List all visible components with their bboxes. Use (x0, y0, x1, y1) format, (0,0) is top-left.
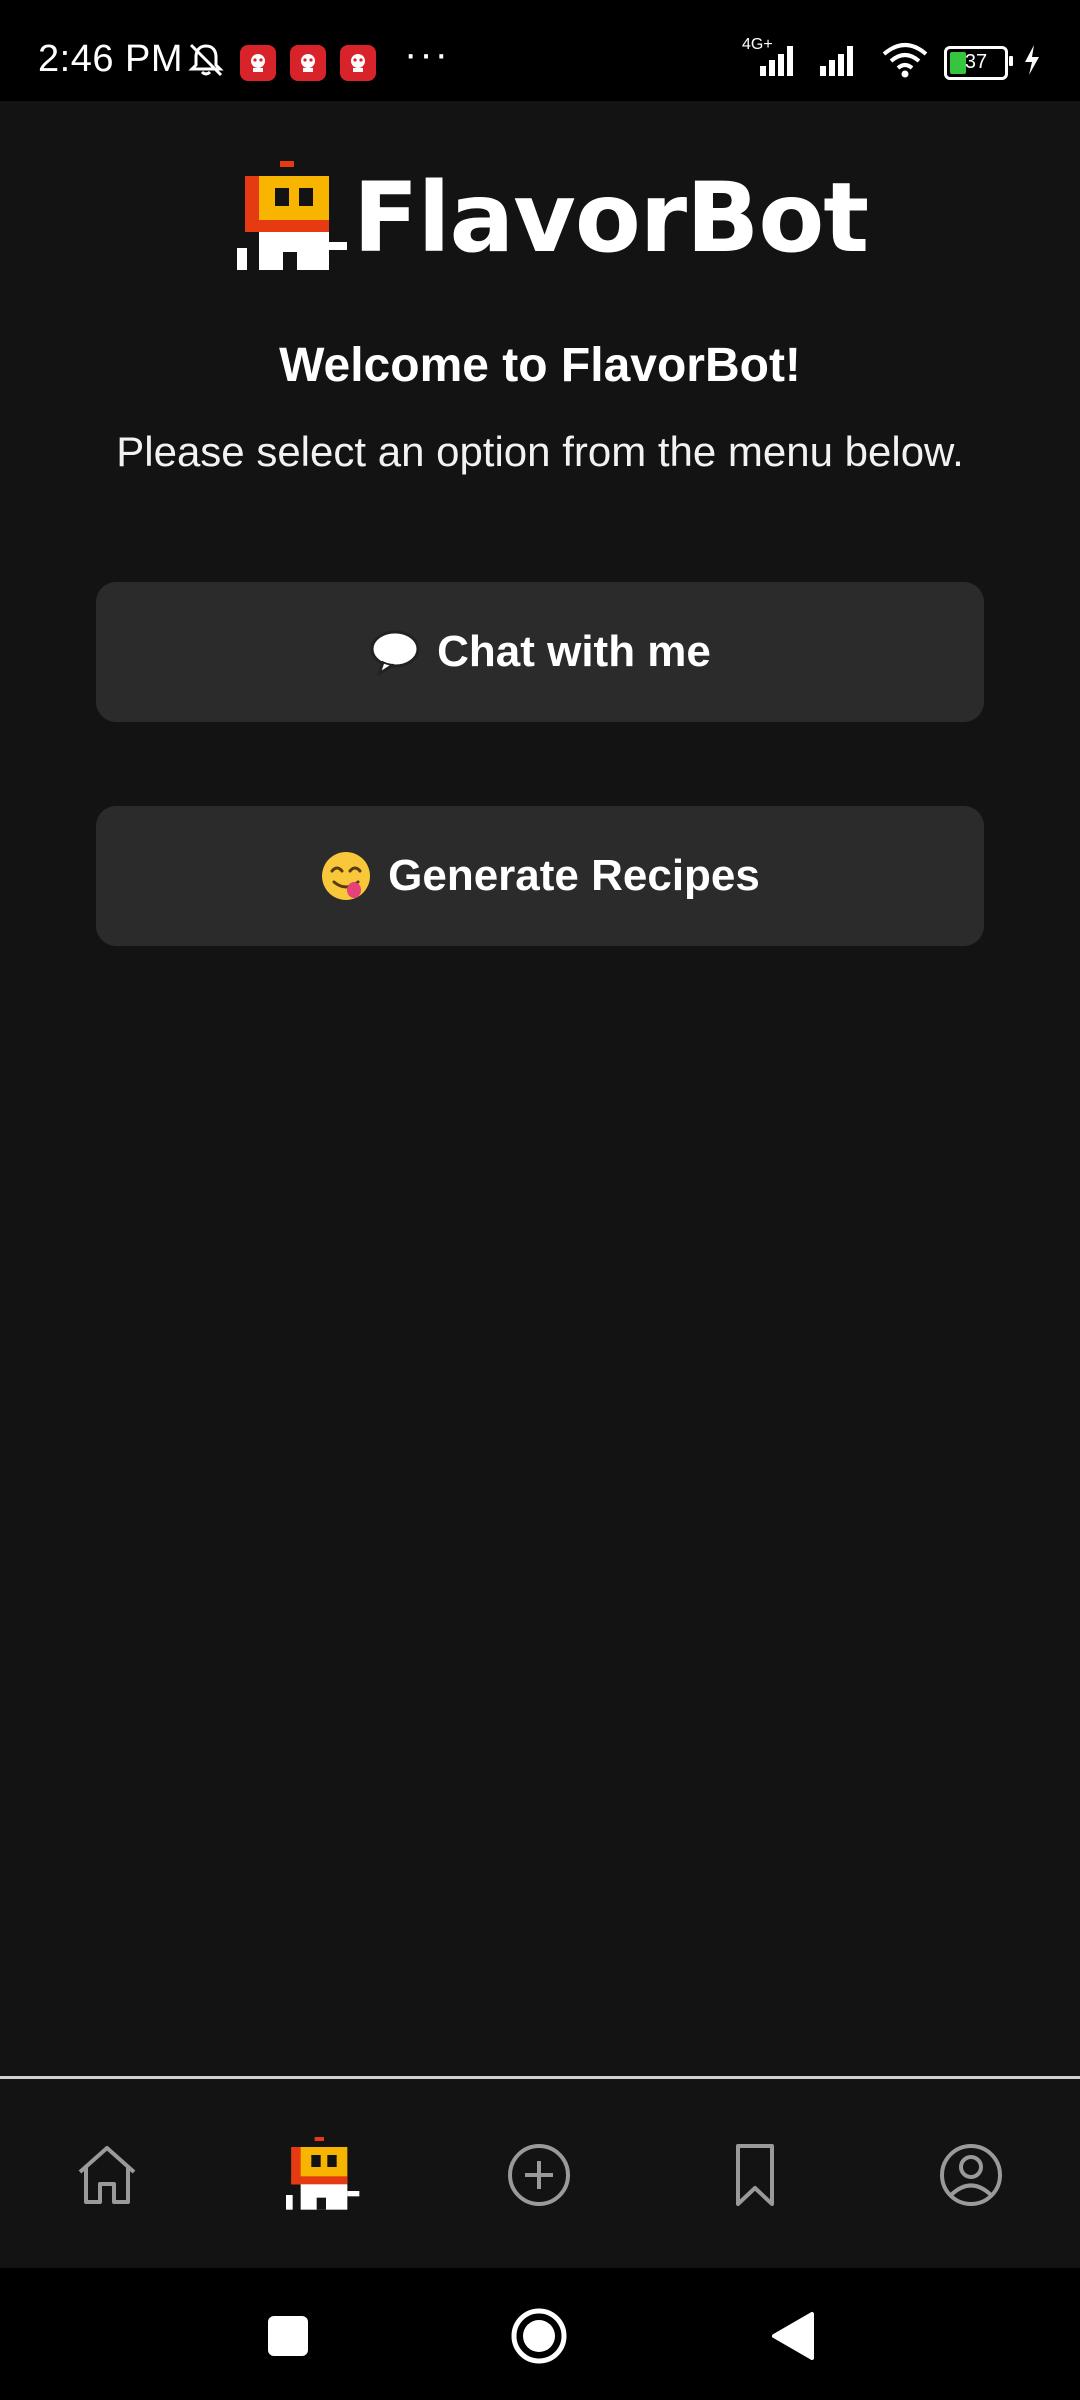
speech-bubble-icon (369, 628, 421, 676)
mute-icon (186, 40, 226, 85)
generate-recipes-label: Generate Recipes (388, 851, 760, 900)
notification-icons (186, 40, 376, 85)
system-status-icons: 4G+ 37 (742, 36, 1042, 85)
more-dots-icon: ··· (404, 32, 450, 76)
yum-face-icon (320, 850, 372, 902)
bookmark-icon (736, 2144, 774, 2206)
signal-icon: 4G+ (742, 36, 802, 83)
nav-bookmarks[interactable] (705, 2125, 805, 2225)
chat-button-label: Chat with me (437, 627, 711, 676)
battery-level: 37 (964, 51, 988, 73)
back-button[interactable] (762, 2306, 822, 2366)
nav-home[interactable] (57, 2125, 157, 2225)
app-name: FlavorBot (353, 162, 869, 274)
status-time: 2:46 PM (38, 38, 184, 80)
profile-icon (940, 2144, 1002, 2206)
status-bar: 2:46 PM ··· 4G+ 37 (0, 0, 1080, 101)
bottom-nav (0, 2079, 1080, 2268)
chat-button[interactable]: Chat with me (96, 582, 984, 722)
charging-icon (1022, 43, 1042, 82)
add-circle-icon (508, 2144, 570, 2206)
flavorbot-icon (286, 2137, 360, 2210)
nav-flavorbot[interactable] (272, 2125, 372, 2225)
nav-profile[interactable] (921, 2125, 1021, 2225)
app-notification-icon (240, 44, 276, 81)
network-type-label: 4G+ (742, 36, 773, 53)
system-nav-bar (0, 2268, 1080, 2400)
welcome-heading: Welcome to FlavorBot! (279, 339, 801, 392)
nav-add[interactable] (489, 2125, 589, 2225)
generate-recipes-button[interactable]: Generate Recipes (96, 806, 984, 946)
recents-button[interactable] (258, 2306, 318, 2366)
home-icon (78, 2146, 136, 2204)
flavorbot-icon (237, 161, 347, 270)
battery-icon: 37 (944, 45, 1013, 80)
signal-icon (816, 42, 866, 83)
app-logo: FlavorBot (235, 158, 869, 278)
app-notification-icon (290, 44, 326, 81)
back-icon (772, 2312, 814, 2360)
recents-icon (268, 2316, 308, 2356)
home-circle-icon (511, 2308, 567, 2364)
home-button[interactable] (509, 2306, 569, 2366)
app-notification-icon (340, 44, 376, 81)
welcome-subtitle: Please select an option from the menu be… (116, 428, 964, 475)
wifi-icon (880, 40, 930, 85)
